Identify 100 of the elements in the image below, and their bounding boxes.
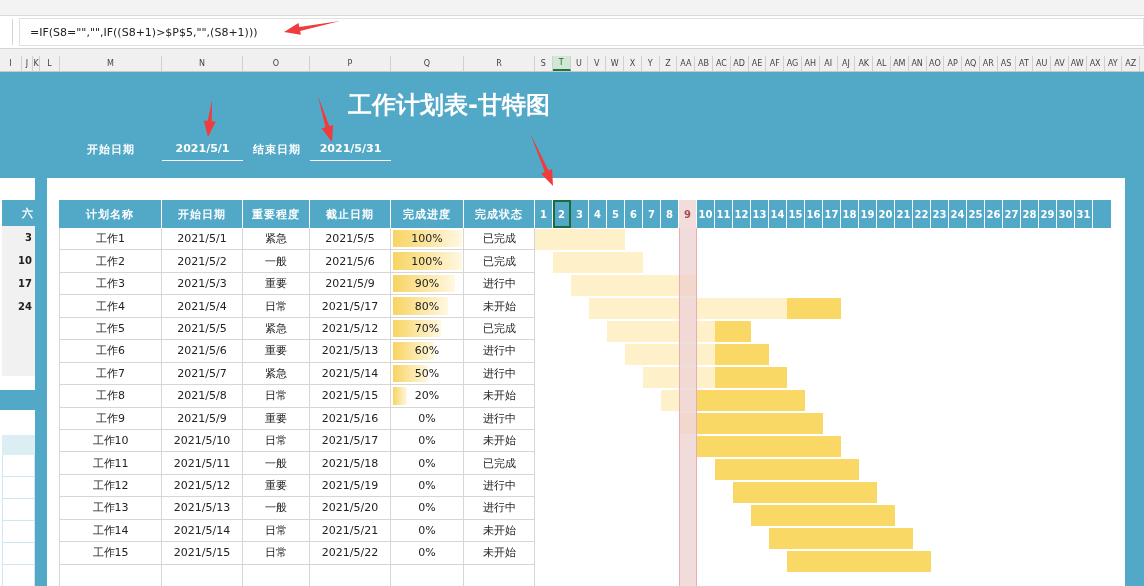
table-cell: 紧急 <box>243 317 310 341</box>
column-header[interactable]: P <box>310 56 391 71</box>
table-cell: 2021/5/20 <box>310 497 391 520</box>
table-cell: 2021/5/17 <box>310 295 391 318</box>
column-header[interactable]: AT <box>1015 56 1034 71</box>
progress-text: 0% <box>418 501 436 515</box>
column-header[interactable]: AZ <box>1122 56 1141 71</box>
table-cell: 重要 <box>243 474 310 498</box>
table-cell: 紧急 <box>243 228 310 251</box>
column-header[interactable]: AL <box>873 56 891 71</box>
table-cell: 2021/5/2 <box>162 250 243 273</box>
end-date-label: 结束日期 <box>251 142 302 158</box>
progress-text: 0% <box>418 523 436 537</box>
column-header[interactable]: AM <box>890 56 909 71</box>
column-header[interactable]: AE <box>748 56 767 71</box>
column-header[interactable]: M <box>60 56 162 71</box>
table-cell: 2021/5/9 <box>310 272 391 296</box>
column-header[interactable]: AW <box>1068 56 1087 71</box>
table-cell: 工作4 <box>59 295 162 318</box>
empty-cell <box>2 543 35 565</box>
column-header[interactable]: S <box>535 56 553 71</box>
column-header[interactable]: AG <box>784 56 802 71</box>
table-cell: 2021/5/10 <box>162 429 243 453</box>
column-header[interactable]: AB <box>695 56 713 71</box>
column-header[interactable]: I <box>0 56 22 71</box>
column-header[interactable]: AI <box>819 56 838 71</box>
table-cell: 2021/5/16 <box>310 407 391 430</box>
column-header[interactable]: U <box>570 56 589 71</box>
column-header[interactable]: V <box>588 56 607 71</box>
calendar-date: 17 <box>17 277 33 291</box>
table-cell: 日常 <box>243 429 310 453</box>
progress-text: 100% <box>411 232 443 246</box>
table-cell: 紧急 <box>243 362 310 386</box>
header-cell <box>1093 200 1111 228</box>
column-header[interactable]: O <box>243 56 310 71</box>
column-header[interactable]: AV <box>1051 56 1069 71</box>
table-cell: 2021/5/6 <box>162 340 243 363</box>
table-cell: 2021/5/7 <box>162 362 243 386</box>
column-header[interactable]: AR <box>979 56 998 71</box>
annotation-arrow <box>318 96 334 142</box>
calendar-date: 10 <box>17 254 33 268</box>
empty-cell <box>2 477 35 499</box>
weekday-header: 六 <box>2 200 35 226</box>
column-header[interactable]: AO <box>926 56 945 71</box>
empty-cell <box>2 565 35 586</box>
column-header[interactable]: AD <box>730 56 749 71</box>
table-cell: 2021/5/4 <box>162 295 243 318</box>
calendar-date: 3 <box>24 231 33 245</box>
table-cell: 2021/5/15 <box>162 542 243 565</box>
column-header[interactable]: AS <box>997 56 1016 71</box>
table-cell: 日常 <box>243 542 310 565</box>
start-date-label: 开始日期 <box>86 142 136 158</box>
table-cell: 重要 <box>243 407 310 430</box>
table-cell: 重要 <box>243 340 310 363</box>
table-cell: 工作6 <box>59 340 162 363</box>
column-header[interactable]: AY <box>1104 56 1123 71</box>
column-header[interactable]: L <box>40 56 60 71</box>
table-cell: 工作1 <box>59 228 162 251</box>
table-cell: 日常 <box>243 295 310 318</box>
column-header[interactable]: AF <box>766 56 785 71</box>
table-cell: 进行中 <box>464 362 535 386</box>
column-header[interactable]: Z <box>659 56 678 71</box>
day-header[interactable]: 9 <box>679 200 697 228</box>
formula-field[interactable]: =IF(S8="","",IF((S8+1)>$P$5,"",(S8+1))) <box>19 18 1144 46</box>
column-header[interactable]: AN <box>908 56 927 71</box>
column-header[interactable]: AA <box>677 56 696 71</box>
column-heading: 重要程度 <box>243 200 310 228</box>
table-cell: 2021/5/12 <box>162 474 243 498</box>
column-header[interactable]: AJ <box>837 56 856 71</box>
column-header[interactable]: AX <box>1086 56 1105 71</box>
table-cell: 2021/5/8 <box>162 385 243 408</box>
column-header[interactable]: N <box>162 56 243 71</box>
calendar-date: 24 <box>17 300 33 314</box>
table-cell: 工作15 <box>59 542 162 565</box>
table-cell: 2021/5/18 <box>310 452 391 475</box>
sheet-title: 工作计划表-甘特图 <box>348 90 550 120</box>
column-header[interactable]: AK <box>855 56 874 71</box>
table-cell: 未开始 <box>464 295 535 318</box>
table-cell: 进行中 <box>464 272 535 296</box>
table-cell: 已完成 <box>464 317 535 341</box>
column-header[interactable]: Q <box>391 56 464 71</box>
progress-text: 60% <box>414 344 440 358</box>
column-header[interactable]: K <box>33 56 40 71</box>
column-header[interactable]: AC <box>712 56 731 71</box>
column-header[interactable]: X <box>624 56 642 71</box>
table-cell: 2021/5/15 <box>310 385 391 408</box>
table-cell: 2021/5/13 <box>310 340 391 363</box>
column-header[interactable]: R <box>464 56 535 71</box>
table-cell: 日常 <box>243 385 310 408</box>
column-header[interactable]: J <box>22 56 33 71</box>
column-header[interactable]: AU <box>1033 56 1052 71</box>
annotation-arrow <box>203 100 216 137</box>
column-header[interactable]: AQ <box>962 56 980 71</box>
progress-text: 0% <box>418 456 436 470</box>
column-header[interactable]: Y <box>641 56 660 71</box>
column-header[interactable]: W <box>606 56 624 71</box>
table-cell: 工作2 <box>59 250 162 273</box>
progress-text: 80% <box>414 299 440 313</box>
column-header[interactable]: AH <box>801 56 820 71</box>
column-header[interactable]: AP <box>944 56 963 71</box>
